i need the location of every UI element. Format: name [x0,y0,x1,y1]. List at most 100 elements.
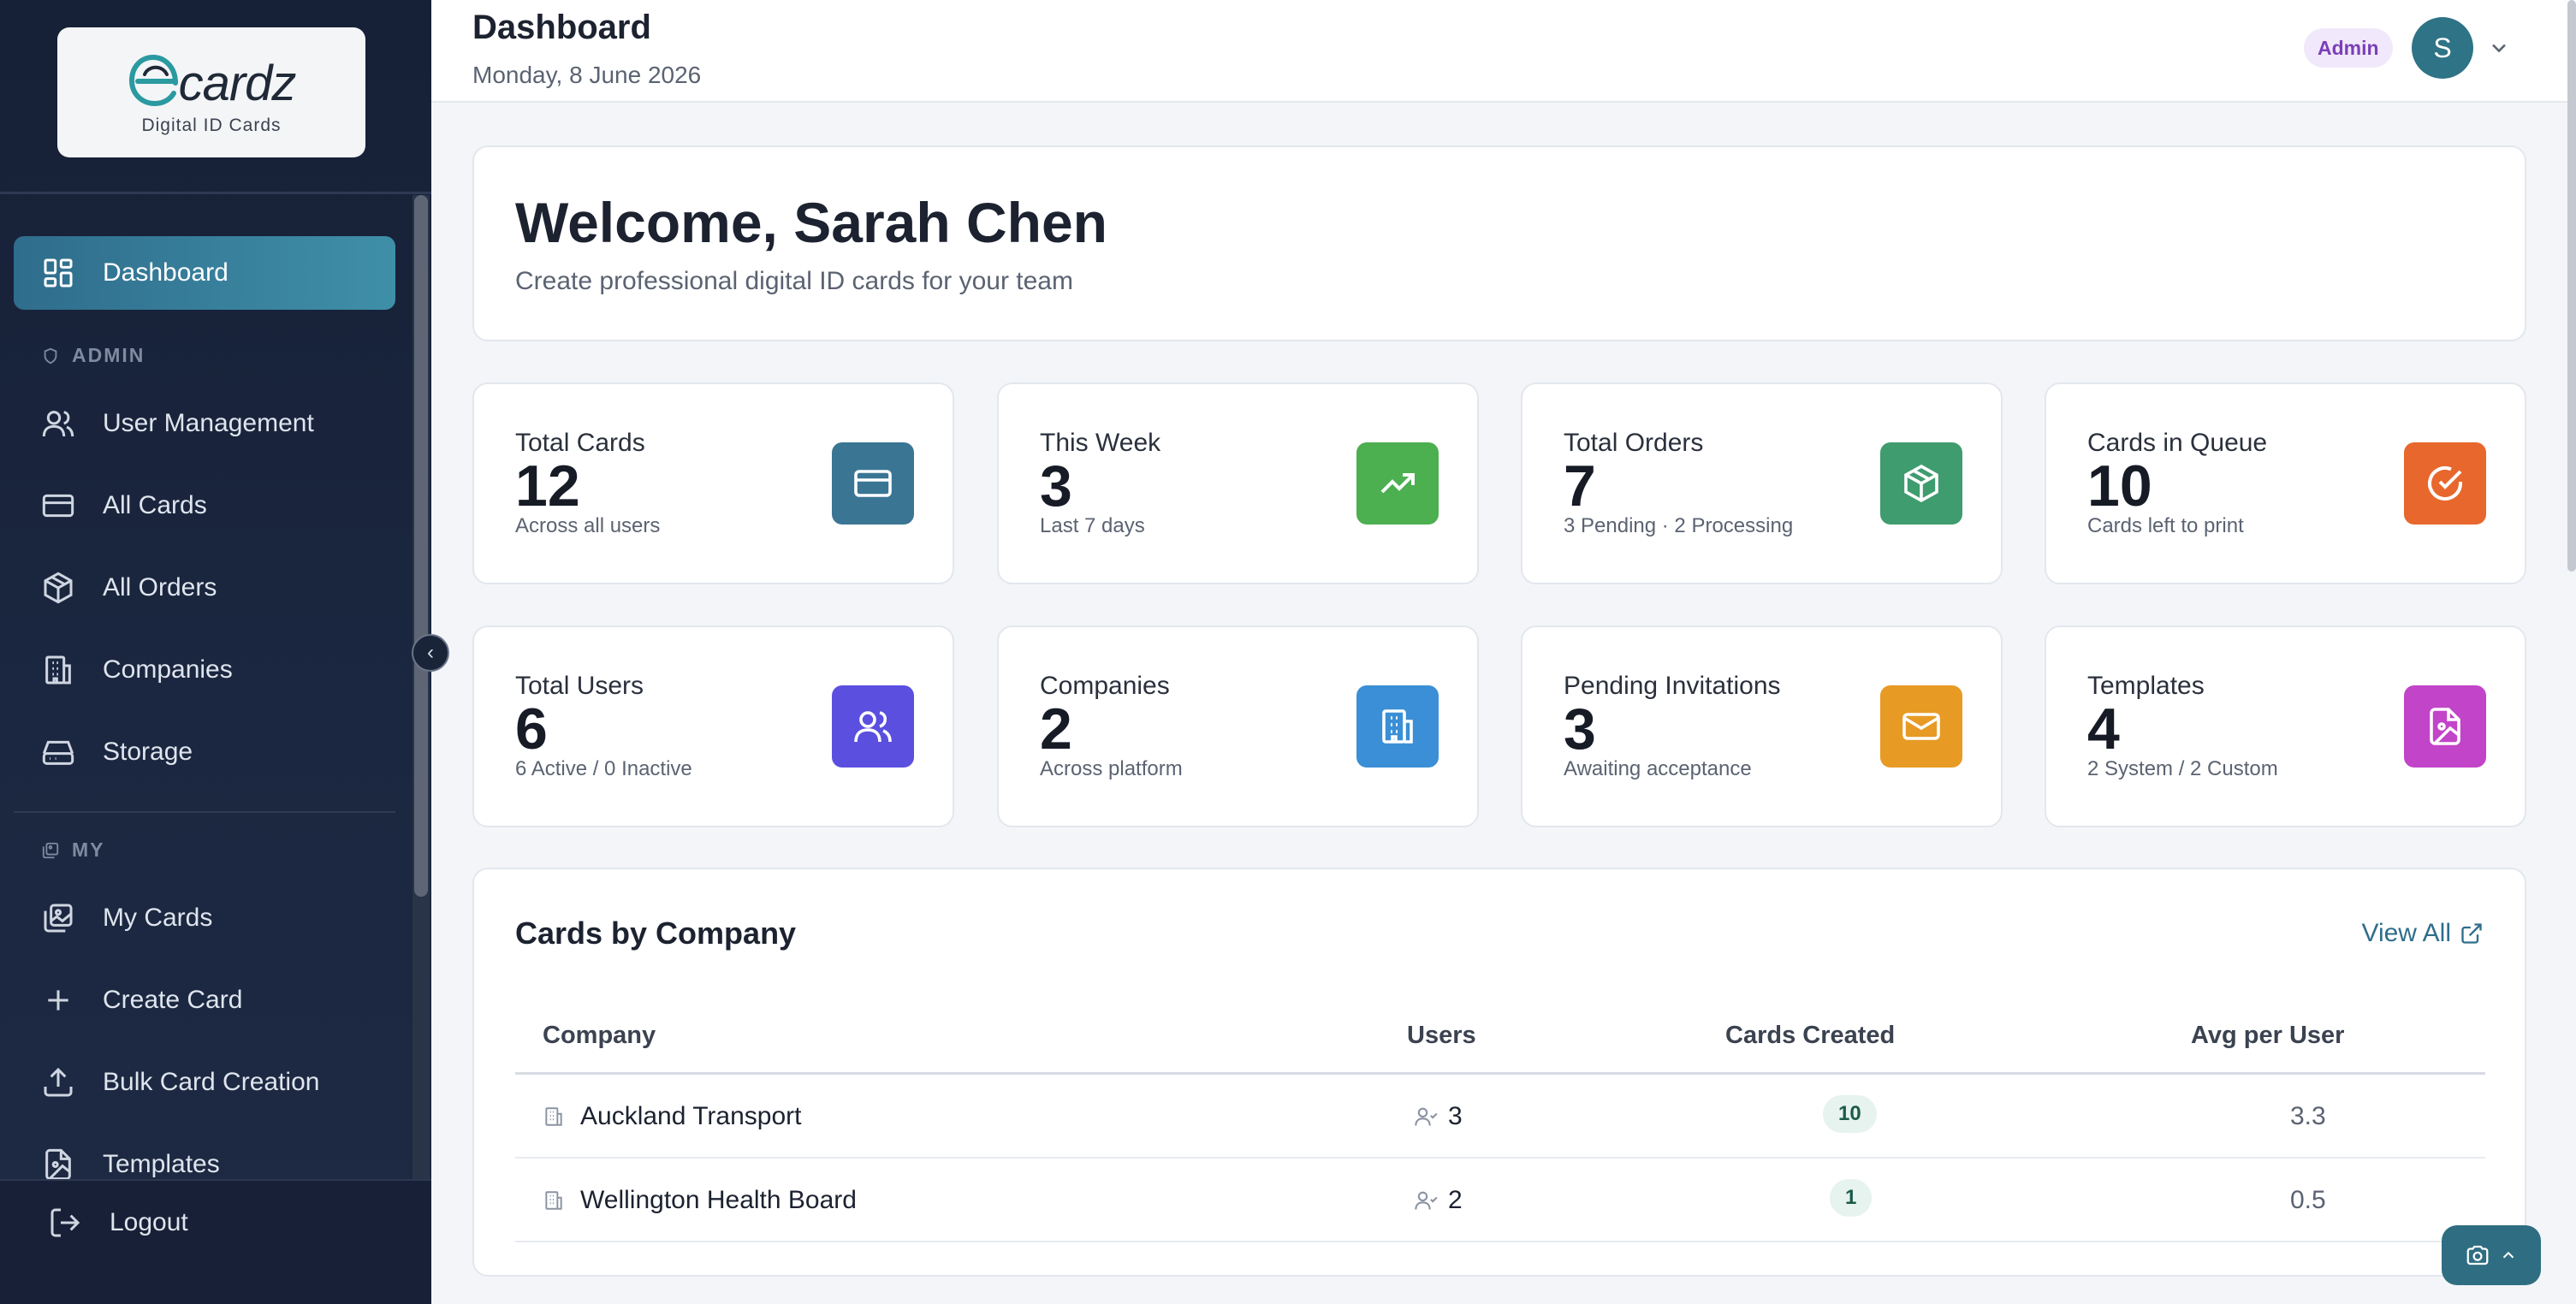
stat-value: 3 [1564,696,1596,762]
stat-value: 2 [1040,696,1072,762]
plus-icon [48,990,68,1011]
sidebar-item-create-card[interactable]: Create Card [14,963,395,1037]
users-icon [854,711,892,743]
sidebar-item-companies[interactable]: Companies [14,633,395,707]
user-icon [1415,1107,1438,1126]
package-icon [44,572,73,604]
cell-company: Auckland Transport [543,1102,801,1131]
stat-subtext: Across all users [515,514,661,537]
stat-card-templates[interactable]: Templates 4 2 System / 2 Custom [2045,625,2526,827]
logout-icon [50,1208,80,1237]
shield-icon [44,347,57,364]
column-header-cards-created[interactable]: Cards Created [1725,1022,1895,1050]
stat-badge [832,685,914,768]
stat-badge [1356,442,1439,525]
column-header-users[interactable]: Users [1407,1022,1476,1050]
stat-value: 12 [515,453,580,519]
avg-value: 0.5 [2290,1186,2326,1214]
camera-feedback-button[interactable] [2442,1225,2541,1285]
logout-label: Logout [110,1208,188,1236]
column-header-company[interactable]: Company [543,1022,656,1050]
view-all-link[interactable]: View All [2361,919,2484,948]
package-icon [1904,464,1938,503]
avatar[interactable]: S [2412,17,2473,79]
sidebar-item-label: Templates [103,1150,220,1178]
external-link-icon [2461,923,2482,944]
page-date: Monday, 8 June 2026 [472,62,702,88]
sidebar-collapse-button[interactable]: ‹ [412,634,449,672]
welcome-card: Welcome, Sarah Chen Create professional … [472,145,2526,341]
stat-label: Pending Invitations [1564,672,1781,700]
sidebar-item-label: Bulk Card Creation [103,1068,320,1096]
sidebar-scrollbar-thumb[interactable] [414,195,428,897]
sidebar-item-label: Companies [103,655,233,684]
stat-card-total-cards[interactable]: Total Cards 12 Across all users [472,382,954,584]
stat-value: 7 [1564,453,1596,519]
users-count: 3 [1448,1102,1463,1130]
mail-icon [1902,713,1940,740]
chevron-up-icon [2502,1251,2514,1259]
chevron-down-icon[interactable] [2487,36,2511,60]
stat-card-total-orders[interactable]: Total Orders 7 3 Pending · 2 Processing [1521,382,2003,584]
building-icon [1382,709,1413,744]
sidebar-item-bulk-card-creation[interactable]: Bulk Card Creation [14,1046,395,1119]
company-name: Auckland Transport [580,1102,802,1130]
sidebar-item-label: Storage [103,738,193,766]
stat-value: 3 [1040,453,1072,519]
sidebar-item-storage[interactable]: Storage [14,715,395,789]
sidebar-item-user-management[interactable]: User Management [14,387,395,460]
stat-card-total-users[interactable]: Total Users 6 6 Active / 0 Inactive [472,625,954,827]
cards-count-pill: 1 [1830,1179,1873,1217]
brand-logo[interactable]: cardz Digital ID Cards [57,27,365,157]
cell-avg-per-user: 0.5 [2290,1186,2326,1215]
sidebar-item-label: User Management [103,409,314,437]
column-header-avg-per-user[interactable]: Avg per User [2191,1022,2344,1050]
file-image-icon [45,1148,71,1181]
sidebar-item-my-cards[interactable]: My Cards [14,881,395,955]
sidebar-item-all-orders[interactable]: All Orders [14,551,395,625]
sidebar-item-label: Dashboard [103,258,229,287]
cell-avg-per-user: 3.3 [2290,1102,2326,1131]
section-label-my: MY [41,839,105,862]
role-badge: Admin [2304,28,2393,68]
logo-mark: cardz [128,50,296,112]
dashboard-icon [44,258,73,287]
users-count: 2 [1448,1186,1463,1214]
cell-users: 2 [1414,1186,1463,1215]
images-icon [44,904,73,933]
welcome-heading: Welcome, Sarah Chen [515,191,1108,254]
avg-value: 3.3 [2290,1102,2326,1130]
company-name: Wellington Health Board [580,1186,857,1214]
sidebar: cardz Digital ID Cards Dashboard ADMIN U… [0,0,431,1304]
cell-company: Wellington Health Board [543,1186,857,1215]
credit-card-icon [42,494,74,518]
stat-badge [1356,685,1439,768]
sidebar-item-label: All Orders [103,573,217,602]
stat-card-cards-in-queue[interactable]: Cards in Queue 10 Cards left to print [2045,382,2526,584]
stat-subtext: Cards left to print [2087,514,2244,537]
stat-value: 10 [2087,453,2152,519]
sidebar-item-all-cards[interactable]: All Cards [14,469,395,542]
stat-subtext: 2 System / 2 Custom [2087,757,2278,780]
stat-card-companies[interactable]: Companies 2 Across platform [997,625,1479,827]
sidebar-item-dashboard[interactable]: Dashboard [14,236,395,310]
sidebar-divider [14,811,395,813]
cell-users: 3 [1414,1102,1463,1131]
section-label-text: ADMIN [72,344,145,366]
stat-badge [832,442,914,525]
stat-card-this-week[interactable]: This Week 3 Last 7 days [997,382,1479,584]
main-scrollbar-thumb[interactable] [2567,0,2576,572]
hard-drive-icon [42,740,74,765]
sidebar-item-label: Create Card [103,986,243,1014]
section-title: Cards by Company [515,916,797,951]
cards-by-company-card: Cards by Company View All Company Users … [472,868,2526,1277]
table-row[interactable]: Wellington Health Board 2 1 0.5 [515,1159,2485,1242]
stat-badge [1880,442,1962,525]
cell-cards-created: 1 [1830,1179,1873,1217]
stat-card-pending-invitations[interactable]: Pending Invitations 3 Awaiting acceptanc… [1521,625,2003,827]
stat-badge [2404,442,2486,525]
logout-button[interactable]: Logout [21,1186,402,1260]
stat-subtext: Across platform [1040,757,1183,780]
welcome-subtitle: Create professional digital ID cards for… [515,267,1073,295]
table-row[interactable]: Auckland Transport 3 10 3.3 [515,1075,2485,1159]
